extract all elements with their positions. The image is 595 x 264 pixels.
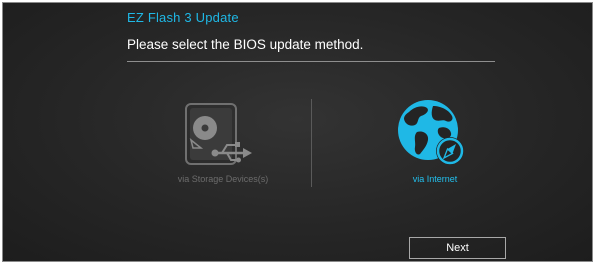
options-divider bbox=[311, 99, 312, 187]
ez-flash-dialog: EZ Flash 3 Update Please select the BIOS… bbox=[2, 2, 593, 262]
storage-devices-label: via Storage Devices(s) bbox=[177, 174, 269, 184]
next-button[interactable]: Next bbox=[409, 237, 506, 259]
globe-compass-icon bbox=[398, 100, 464, 165]
usb-storage-icon bbox=[185, 103, 252, 165]
storage-devices-option[interactable]: via Storage Devices(s) bbox=[143, 98, 303, 193]
dialog-title: EZ Flash 3 Update bbox=[127, 10, 239, 25]
title-divider bbox=[127, 61, 495, 62]
internet-label: via Internet bbox=[412, 174, 458, 184]
internet-option[interactable]: via Internet bbox=[355, 98, 515, 193]
dialog-prompt: Please select the BIOS update method. bbox=[127, 37, 364, 52]
